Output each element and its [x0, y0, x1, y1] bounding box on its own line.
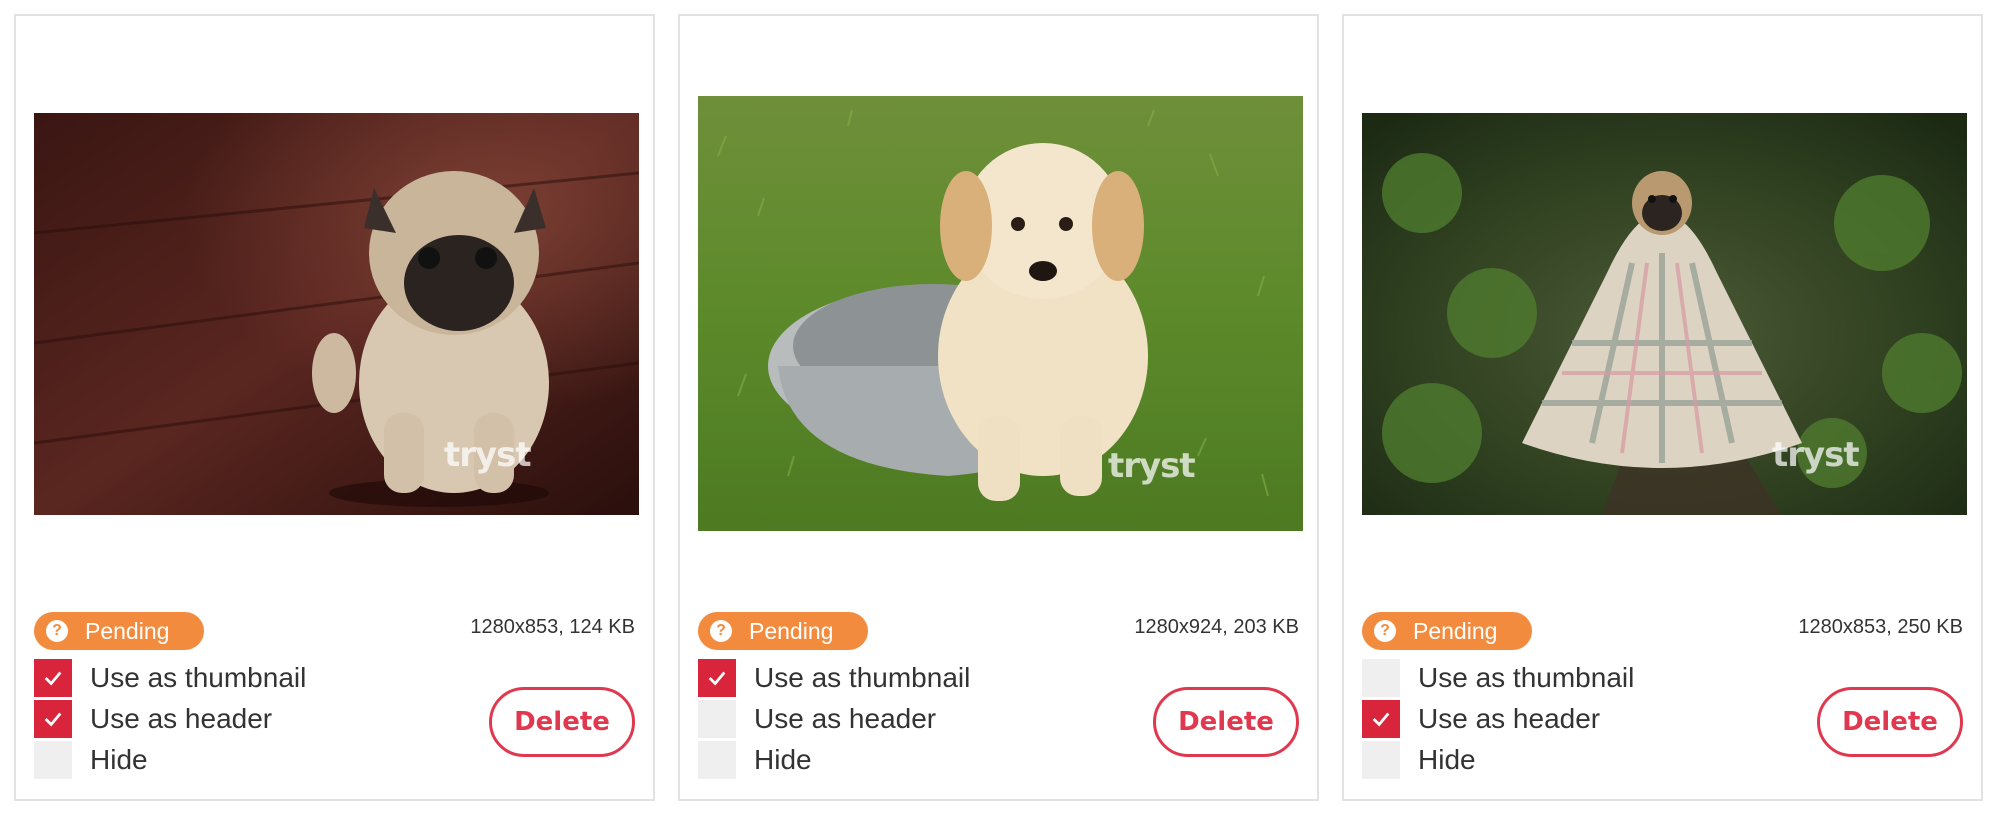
- question-circle-icon: ?: [1374, 620, 1396, 642]
- watermark-text: tryst: [1772, 435, 1860, 475]
- option-use-as-thumbnail[interactable]: Use as thumbnail: [1362, 659, 1634, 697]
- option-label: Hide: [754, 744, 812, 775]
- image-card-1: tryst ? Pending 1280x853, 124 KB Use as …: [14, 14, 655, 801]
- option-use-as-header[interactable]: Use as header: [698, 700, 936, 738]
- puppy-bowl-image: [698, 96, 1303, 531]
- delete-button[interactable]: Delete: [1817, 687, 1963, 757]
- thumbnail-checkbox[interactable]: [1362, 659, 1400, 697]
- option-label: Use as thumbnail: [1418, 662, 1635, 693]
- delete-button[interactable]: Delete: [489, 687, 635, 757]
- photo-pug-blanket[interactable]: tryst: [1362, 113, 1967, 515]
- option-use-as-header[interactable]: Use as header: [1362, 700, 1600, 738]
- header-checkbox[interactable]: [698, 700, 736, 738]
- photo-pug-floor[interactable]: tryst: [34, 113, 639, 515]
- status-badge: ? Pending: [34, 612, 204, 650]
- question-circle-icon: ?: [46, 620, 68, 642]
- option-hide[interactable]: Hide: [1362, 741, 1476, 779]
- question-circle-icon: ?: [710, 620, 732, 642]
- status-label: Pending: [85, 617, 170, 644]
- thumbnail-checkbox[interactable]: [34, 659, 72, 697]
- option-label: Use as header: [754, 703, 937, 734]
- option-hide[interactable]: Hide: [698, 741, 812, 779]
- header-checkbox[interactable]: [34, 700, 72, 738]
- option-use-as-header[interactable]: Use as header: [34, 700, 272, 738]
- status-badge: ? Pending: [1362, 612, 1532, 650]
- checkmark-icon: [1372, 712, 1390, 727]
- option-label: Use as header: [90, 703, 273, 734]
- watermark-text: tryst: [1108, 446, 1196, 486]
- pug-floor-image: [34, 113, 639, 515]
- status-badge: ? Pending: [698, 612, 868, 650]
- pug-blanket-image: [1362, 113, 1967, 515]
- photo-puppy-bowl[interactable]: tryst: [698, 96, 1303, 531]
- status-label: Pending: [1413, 617, 1498, 644]
- option-hide[interactable]: Hide: [34, 741, 148, 779]
- option-label: Use as header: [1418, 703, 1601, 734]
- status-label: Pending: [749, 617, 834, 644]
- image-card-3: tryst ? Pending 1280x853, 250 KB Use as …: [1342, 14, 1983, 801]
- checkmark-icon: [708, 671, 726, 686]
- checkmark-icon: [44, 712, 62, 727]
- hide-checkbox[interactable]: [698, 741, 736, 779]
- header-checkbox[interactable]: [1362, 700, 1400, 738]
- option-label: Hide: [90, 744, 148, 775]
- image-meta: 1280x924, 203 KB: [1134, 616, 1299, 638]
- thumbnail-checkbox[interactable]: [698, 659, 736, 697]
- image-meta: 1280x853, 124 KB: [470, 616, 635, 638]
- delete-button[interactable]: Delete: [1153, 687, 1299, 757]
- watermark-text: tryst: [444, 435, 532, 475]
- image-card-2: tryst ? Pending 1280x924, 203 KB Use as …: [678, 14, 1319, 801]
- checkmark-icon: [44, 671, 62, 686]
- option-label: Hide: [1418, 744, 1476, 775]
- image-meta: 1280x853, 250 KB: [1798, 616, 1963, 638]
- option-label: Use as thumbnail: [90, 662, 307, 693]
- option-label: Use as thumbnail: [754, 662, 971, 693]
- option-use-as-thumbnail[interactable]: Use as thumbnail: [34, 659, 306, 697]
- hide-checkbox[interactable]: [1362, 741, 1400, 779]
- option-use-as-thumbnail[interactable]: Use as thumbnail: [698, 659, 970, 697]
- hide-checkbox[interactable]: [34, 741, 72, 779]
